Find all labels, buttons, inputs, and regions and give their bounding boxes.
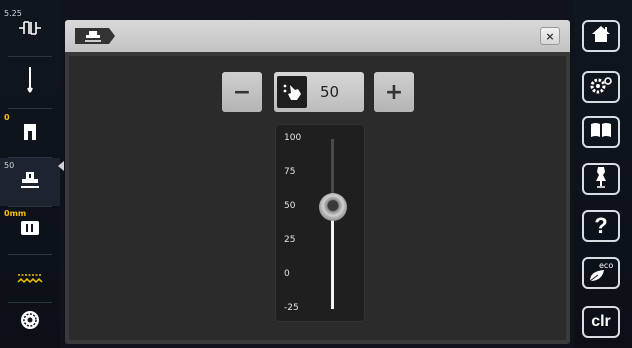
needle-button[interactable]: [0, 60, 60, 108]
needle-position-button[interactable]: 0: [0, 110, 60, 158]
needle-position-value: 0: [4, 113, 10, 122]
stitch-width-button[interactable]: 5.25: [0, 6, 60, 54]
foot-plate-icon: [20, 219, 40, 241]
selected-indicator: [58, 161, 64, 171]
settings-icon: [589, 76, 613, 99]
slider-track-fill: [331, 207, 334, 309]
help-icon: ?: [594, 213, 608, 238]
slider-knob[interactable]: [319, 193, 347, 221]
scale-label-0: 0: [284, 269, 290, 279]
pressure-slider-panel: 100 75 50 25 0 -25: [275, 124, 365, 322]
seam-allowance-value: 0mm: [4, 209, 27, 218]
presser-foot-pressure-button[interactable]: 50: [0, 158, 60, 206]
stitch-pattern-button[interactable]: [0, 256, 60, 304]
presser-foot-pressure-value: 50: [4, 161, 15, 170]
clear-label: clr: [591, 313, 611, 330]
eco-button[interactable]: eco: [582, 257, 620, 289]
scale-label-100: 100: [284, 133, 302, 143]
dress-form-icon: [594, 166, 608, 193]
thread-spool-icon: [19, 309, 41, 335]
stitch-width-value: 5.25: [4, 9, 22, 18]
presser-foot-tab-icon: [73, 26, 117, 46]
scale-label-75: 75: [284, 167, 296, 177]
decrease-button[interactable]: −: [222, 72, 262, 112]
home-icon: [591, 25, 611, 48]
increase-button[interactable]: +: [374, 72, 414, 112]
eco-leaf-icon: eco: [586, 261, 616, 285]
left-sidebar: 5.25 0 50 0mm: [0, 0, 60, 348]
eco-label: eco: [599, 261, 614, 270]
settings-button[interactable]: [582, 71, 620, 103]
value-display: 50: [274, 72, 364, 112]
clear-button[interactable]: clr: [582, 306, 620, 338]
dialog-title-bar: ×: [65, 20, 570, 52]
zigzag-stitch-icon: [16, 271, 44, 290]
needle-icon: [25, 66, 35, 102]
presser-foot-pressure-icon: [18, 169, 42, 195]
tutorial-button[interactable]: [582, 116, 620, 148]
pressure-value: 50: [320, 83, 340, 101]
book-icon: [590, 122, 612, 143]
thread-spool-button[interactable]: [0, 298, 60, 346]
presser-foot-pressure-dialog: × − 50 + 100 75 50 25 0 -25: [65, 20, 570, 344]
dialog-content: − 50 + 100 75 50 25 0 -25: [69, 56, 566, 340]
stitch-width-icon: [17, 18, 43, 42]
scale-label-50: 50: [284, 201, 296, 211]
hand-press-icon: [277, 76, 307, 108]
close-button[interactable]: ×: [540, 27, 560, 45]
scale-label-25: 25: [284, 235, 296, 245]
presser-foot-sole-icon: [22, 122, 38, 146]
seam-allowance-button[interactable]: 0mm: [0, 206, 60, 254]
scale-label-minus-25: -25: [284, 303, 299, 313]
help-button[interactable]: ?: [582, 210, 620, 242]
home-button[interactable]: [582, 20, 620, 52]
sewing-consultant-button[interactable]: [582, 163, 620, 195]
right-sidebar: ? eco clr: [574, 0, 632, 348]
